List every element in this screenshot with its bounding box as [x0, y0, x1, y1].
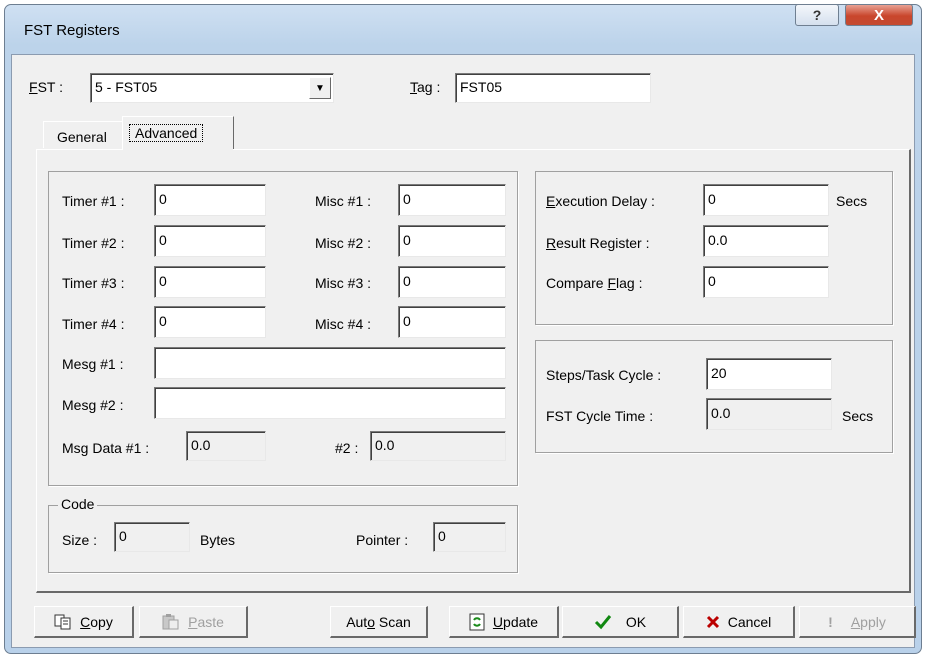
fst-select-value: 5 - FST05: [95, 79, 158, 95]
ok-button[interactable]: OK: [562, 606, 679, 638]
fst-cycle-time-value: 0.0: [706, 398, 832, 430]
cancel-label: Cancel: [727, 613, 772, 630]
result-register-field[interactable]: 0.0: [703, 225, 829, 257]
compare-flag-label: Compare Flag :: [546, 275, 643, 291]
mesg2-label: Mesg #2 :: [62, 397, 124, 413]
timer1-label: Timer #1 :: [62, 193, 125, 209]
misc2-field[interactable]: 0: [398, 225, 506, 257]
timer3-field[interactable]: 0: [154, 266, 266, 298]
cycle-group: [535, 340, 893, 453]
code-size-unit: Bytes: [200, 532, 236, 548]
steps-task-cycle-field[interactable]: 20: [706, 358, 832, 390]
paste-icon: [162, 613, 179, 629]
execution-delay-unit: Secs: [836, 193, 868, 209]
msg-data1-label: Msg Data #1 :: [62, 440, 150, 456]
auto-scan-label: Auto Scan: [346, 613, 411, 630]
ok-label: OK: [625, 613, 647, 630]
window-title: FST Registers: [24, 22, 120, 39]
execution-delay-field[interactable]: 0: [703, 184, 829, 216]
mesg2-field[interactable]: [154, 387, 506, 419]
cancel-x-icon: [706, 615, 719, 628]
help-icon: ?: [812, 7, 822, 23]
timer4-field[interactable]: 0: [154, 306, 266, 338]
code-group-title: Code: [58, 496, 98, 512]
result-register-label: Result Register :: [546, 235, 650, 251]
cancel-button[interactable]: Cancel: [683, 606, 795, 638]
mesg1-label: Mesg #1 :: [62, 356, 124, 372]
code-size-label: Size :: [62, 532, 98, 548]
fst-select[interactable]: 5 - FST05 ▼: [90, 73, 334, 103]
timer2-label: Timer #2 :: [62, 235, 125, 251]
auto-scan-button[interactable]: Auto Scan: [330, 606, 428, 638]
steps-task-cycle-label: Steps/Task Cycle :: [546, 367, 662, 383]
fst-cycle-time-label: FST Cycle Time :: [546, 408, 654, 424]
fst-cycle-time-unit: Secs: [842, 408, 874, 424]
tab-general[interactable]: General: [43, 121, 123, 148]
tab-advanced-label: Advanced: [129, 124, 204, 142]
misc1-label: Misc #1 :: [315, 193, 372, 209]
msg-data2-value: 0.0: [370, 431, 506, 461]
chevron-down-icon[interactable]: ▼: [309, 77, 331, 99]
apply-label: Apply: [850, 613, 886, 630]
mesg1-field[interactable]: [154, 347, 506, 379]
fst-label: FST :: [29, 79, 63, 95]
code-size-value: 0: [114, 522, 190, 552]
copy-button[interactable]: Copy: [34, 606, 134, 638]
update-label: Update: [492, 613, 539, 630]
timer4-label: Timer #4 :: [62, 316, 125, 332]
tab-join: [123, 148, 233, 151]
code-pointer-label: Pointer :: [356, 532, 409, 548]
update-icon: [469, 613, 485, 630]
misc3-field[interactable]: 0: [398, 266, 506, 298]
msg-data1-value: 0.0: [186, 431, 266, 461]
copy-label: Copy: [80, 613, 113, 630]
copy-icon: [54, 614, 71, 629]
checkmark-icon: [594, 614, 612, 629]
apply-button[interactable]: ! Apply: [799, 606, 916, 638]
misc2-label: Misc #2 :: [315, 235, 372, 251]
paste-label: Paste: [188, 613, 224, 630]
misc4-field[interactable]: 0: [398, 306, 506, 338]
update-button[interactable]: Update: [449, 606, 559, 638]
compare-flag-field[interactable]: 0: [703, 266, 829, 298]
paste-button[interactable]: Paste: [139, 606, 248, 638]
code-pointer-value: 0: [433, 522, 506, 552]
close-button[interactable]: X: [845, 4, 913, 26]
timer2-field[interactable]: 0: [154, 225, 266, 257]
close-icon: X: [873, 6, 884, 24]
tab-advanced[interactable]: Advanced: [122, 116, 234, 150]
tag-field[interactable]: FST05: [455, 73, 651, 103]
msg-data2-label: #2 :: [335, 440, 359, 456]
help-button[interactable]: ?: [795, 4, 839, 26]
misc4-label: Misc #4 :: [315, 316, 372, 332]
timer3-label: Timer #3 :: [62, 275, 125, 291]
misc3-label: Misc #3 :: [315, 275, 372, 291]
execution-delay-label: Execution Delay :: [546, 193, 655, 209]
timer1-field[interactable]: 0: [154, 184, 266, 216]
misc1-field[interactable]: 0: [398, 184, 506, 216]
exclamation-icon: !: [828, 613, 833, 630]
tag-label: Tag :: [410, 79, 441, 95]
